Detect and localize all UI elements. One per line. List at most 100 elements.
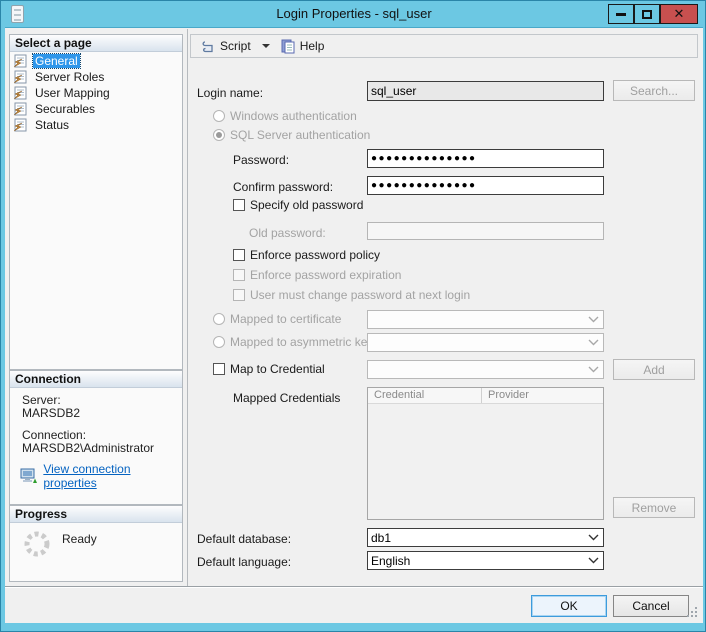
old-password-label: Old password: bbox=[249, 226, 326, 240]
checkbox-icon bbox=[233, 249, 245, 261]
page-icon bbox=[13, 118, 29, 133]
close-button[interactable]: ✕ bbox=[660, 4, 698, 24]
sidebar-item-user-mapping[interactable]: User Mapping bbox=[10, 85, 182, 101]
confirm-password-input[interactable] bbox=[367, 176, 604, 195]
script-dropdown-icon[interactable] bbox=[262, 44, 270, 48]
sidebar-item-label: User Mapping bbox=[33, 86, 112, 100]
cancel-button[interactable]: Cancel bbox=[613, 595, 689, 617]
windows-auth-radio: Windows authentication bbox=[213, 109, 357, 123]
default-language-combo[interactable]: English bbox=[367, 551, 604, 570]
progress-status: Ready bbox=[62, 532, 97, 546]
mapped-asymmetric-key-label: Mapped to asymmetric key bbox=[230, 335, 373, 349]
default-database-value: db1 bbox=[371, 531, 391, 545]
connection-properties-icon bbox=[20, 468, 37, 484]
must-change-checkbox: User must change password at next login bbox=[233, 288, 470, 302]
ok-button[interactable]: OK bbox=[531, 595, 607, 617]
password-label: Password: bbox=[233, 153, 289, 167]
mapped-credentials-label: Mapped Credentials bbox=[233, 391, 340, 405]
sql-auth-radio: SQL Server authentication bbox=[213, 128, 370, 142]
checkbox-icon bbox=[233, 199, 245, 211]
enforce-expiration-label: Enforce password expiration bbox=[250, 268, 401, 282]
mapped-credentials-table[interactable]: Credential Provider bbox=[367, 387, 604, 520]
pane-divider bbox=[187, 29, 188, 586]
select-a-page-header: Select a page bbox=[10, 35, 182, 52]
resize-grip[interactable] bbox=[685, 605, 699, 619]
login-name-label: Login name: bbox=[197, 86, 263, 100]
enforce-policy-label: Enforce password policy bbox=[250, 248, 380, 262]
toolbar: Script Help bbox=[190, 34, 698, 58]
windows-auth-label: Windows authentication bbox=[230, 109, 357, 123]
remove-button: Remove bbox=[613, 497, 695, 518]
asymmetric-key-combo bbox=[367, 333, 604, 352]
minimize-button[interactable] bbox=[608, 4, 634, 24]
window-title: Login Properties - sql_user bbox=[1, 6, 706, 21]
radio-icon bbox=[213, 336, 225, 348]
sidebar-item-status[interactable]: Status bbox=[10, 117, 182, 133]
view-connection-properties-link[interactable]: View connection properties bbox=[43, 462, 182, 490]
sidebar-item-label: General bbox=[33, 54, 80, 68]
title-bar[interactable]: Login Properties - sql_user ✕ bbox=[1, 1, 706, 27]
page-icon bbox=[13, 70, 29, 85]
script-button[interactable]: Script bbox=[197, 37, 254, 56]
mapped-certificate-label: Mapped to certificate bbox=[230, 312, 341, 326]
must-change-label: User must change password at next login bbox=[250, 288, 470, 302]
sidebar-item-label: Server Roles bbox=[33, 70, 106, 84]
server-value: MARSDB2 bbox=[22, 406, 80, 420]
chevron-down-icon bbox=[588, 316, 599, 323]
map-to-credential-checkbox[interactable]: Map to Credential bbox=[213, 362, 325, 376]
minimize-icon bbox=[616, 13, 626, 16]
help-button[interactable]: Help bbox=[278, 37, 328, 56]
specify-old-password-label: Specify old password bbox=[250, 198, 363, 212]
column-header-credential: Credential bbox=[368, 388, 482, 403]
login-properties-dialog: Login Properties - sql_user ✕ Select a p… bbox=[0, 0, 706, 632]
connection-panel: Connection Server: MARSDB2 Connection: M… bbox=[9, 370, 183, 505]
connection-value: MARSDB2\Administrator bbox=[22, 441, 154, 455]
view-connection-properties[interactable]: View connection properties bbox=[20, 462, 182, 490]
table-header-row: Credential Provider bbox=[368, 388, 603, 404]
script-icon bbox=[200, 39, 216, 54]
chevron-down-icon bbox=[588, 366, 599, 373]
select-a-page-panel: Select a page General Server Roles User … bbox=[9, 34, 183, 370]
sidebar-item-securables[interactable]: Securables bbox=[10, 101, 182, 117]
maximize-button[interactable] bbox=[634, 4, 660, 24]
script-label: Script bbox=[220, 39, 251, 53]
credential-combo bbox=[367, 360, 604, 379]
password-input[interactable] bbox=[367, 149, 604, 168]
specify-old-password-checkbox[interactable]: Specify old password bbox=[233, 198, 363, 212]
enforce-policy-checkbox[interactable]: Enforce password policy bbox=[233, 248, 380, 262]
mapped-asymmetric-key-radio: Mapped to asymmetric key bbox=[213, 335, 373, 349]
help-label: Help bbox=[300, 39, 325, 53]
column-header-provider: Provider bbox=[482, 388, 529, 403]
default-language-value: English bbox=[371, 554, 410, 568]
sidebar-item-general[interactable]: General bbox=[10, 53, 182, 69]
default-language-label: Default language: bbox=[197, 555, 291, 569]
mapped-certificate-radio: Mapped to certificate bbox=[213, 312, 341, 326]
default-database-label: Default database: bbox=[197, 532, 291, 546]
radio-selected-icon bbox=[213, 129, 225, 141]
progress-header: Progress bbox=[10, 506, 182, 523]
footer-separator bbox=[5, 586, 703, 588]
connection-label: Connection: bbox=[22, 428, 86, 442]
sql-auth-label: SQL Server authentication bbox=[230, 128, 370, 142]
confirm-password-label: Confirm password: bbox=[233, 180, 333, 194]
page-icon bbox=[13, 54, 29, 69]
page-icon bbox=[13, 86, 29, 101]
map-to-credential-label: Map to Credential bbox=[230, 362, 325, 376]
progress-spinner-icon bbox=[22, 529, 52, 559]
default-database-combo[interactable]: db1 bbox=[367, 528, 604, 547]
search-button: Search... bbox=[613, 80, 695, 101]
sidebar-item-label: Status bbox=[33, 118, 71, 132]
checkbox-icon bbox=[233, 269, 245, 281]
checkbox-icon bbox=[233, 289, 245, 301]
sidebar-item-label: Securables bbox=[33, 102, 97, 116]
connection-header: Connection bbox=[10, 371, 182, 388]
radio-icon bbox=[213, 110, 225, 122]
maximize-icon bbox=[642, 10, 652, 19]
radio-icon bbox=[213, 313, 225, 325]
server-label: Server: bbox=[22, 393, 61, 407]
certificate-combo bbox=[367, 310, 604, 329]
checkbox-icon bbox=[213, 363, 225, 375]
sidebar-item-server-roles[interactable]: Server Roles bbox=[10, 69, 182, 85]
login-name-input[interactable] bbox=[367, 81, 604, 101]
chevron-down-icon bbox=[588, 534, 599, 541]
